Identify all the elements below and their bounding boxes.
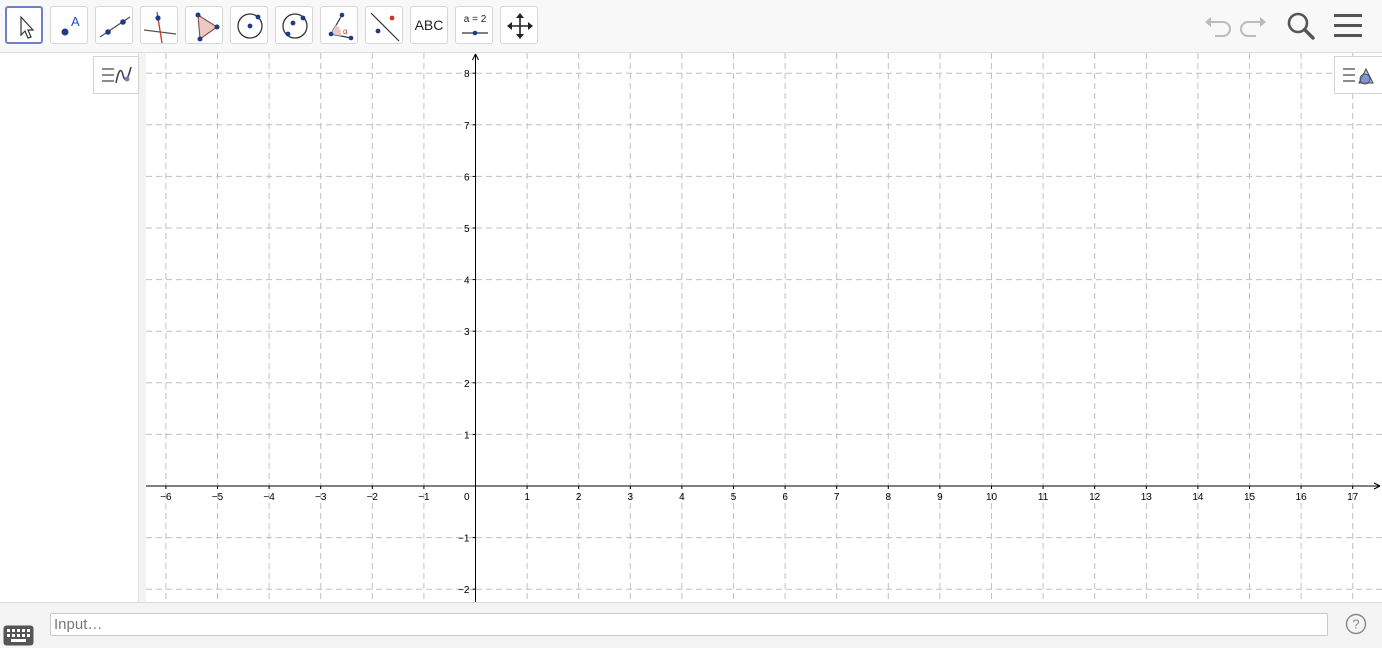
y-tick-label: 6 [464, 172, 470, 183]
move-arrows-icon [507, 13, 533, 39]
angle-icon: α [328, 12, 354, 41]
y-tick-label: 4 [464, 276, 470, 287]
circle-three-points-tool[interactable] [275, 6, 313, 44]
y-tick-label: 8 [464, 69, 470, 80]
x-tick-label: 9 [937, 492, 943, 503]
help-icon[interactable]: ? [1345, 613, 1367, 635]
redo-button[interactable] [1236, 8, 1272, 44]
perpendicular-line-tool[interactable] [140, 6, 178, 44]
move-tool[interactable] [5, 6, 43, 44]
x-tick-label: 1 [524, 492, 530, 503]
x-tick-label: −3 [315, 492, 327, 503]
x-tick-label: −2 [367, 492, 379, 503]
line-tool[interactable] [95, 6, 133, 44]
x-tick-label: −4 [263, 492, 275, 503]
polygon-icon [195, 12, 220, 42]
perpendicular-icon [143, 11, 177, 44]
point-tool[interactable]: A [50, 6, 88, 44]
angle-tool[interactable]: α [320, 6, 358, 44]
x-tick-label: 8 [886, 492, 892, 503]
y-tick-label: 3 [464, 327, 470, 338]
x-tick-label: 13 [1141, 492, 1153, 503]
slider-tool[interactable]: a = 2 [455, 6, 493, 44]
text-tool-label: ABC [414, 17, 444, 33]
x-tick-label: 7 [834, 492, 840, 503]
input-field[interactable] [50, 613, 1328, 636]
graphics-style-icon [1343, 67, 1374, 85]
algebra-style-icon [102, 66, 132, 84]
menu-button[interactable] [1330, 8, 1366, 44]
x-tick-label: 4 [679, 492, 685, 503]
y-tick-label: 1 [464, 430, 470, 441]
y-tick-label: −1 [458, 534, 470, 545]
x-tick-label: 14 [1192, 492, 1204, 503]
view-splitter[interactable] [139, 53, 146, 602]
circle-center-point-tool[interactable] [230, 6, 268, 44]
undo-button[interactable] [1199, 8, 1235, 44]
undo-icon [1205, 17, 1231, 37]
toolbar: A α ABC a = 2 [0, 0, 1382, 53]
x-tick-label: 2 [576, 492, 582, 503]
text-tool[interactable]: ABC [410, 6, 448, 44]
keyboard-icon[interactable] [3, 625, 34, 646]
search-button[interactable] [1283, 8, 1319, 44]
redo-icon [1240, 17, 1266, 37]
x-tick-label: −6 [160, 492, 172, 503]
y-tick-label: −2 [458, 585, 470, 596]
search-icon [1287, 12, 1315, 40]
x-tick-label: 6 [782, 492, 788, 503]
graphics-view[interactable]: −6 −5 −4 −3 −2 −1 1 2 3 4 5 6 7 8 9 10 11 12 13 14 15 16 17 8 7 6… [146, 53, 1382, 602]
x-tick-label: −1 [418, 492, 430, 503]
x-tick-label: 17 [1347, 492, 1359, 503]
origin-label: 0 [464, 492, 470, 503]
x-tick-label: 15 [1244, 492, 1256, 503]
y-tick-label: 2 [464, 379, 470, 390]
x-tick-label: 10 [986, 492, 998, 503]
x-tick-label: 3 [628, 492, 634, 503]
circle-center-icon [237, 13, 263, 39]
menu-icon [1334, 14, 1362, 37]
svg-text:α: α [343, 27, 348, 36]
x-tick-label: 5 [731, 492, 737, 503]
x-tick-label: 12 [1089, 492, 1101, 503]
reflect-tool[interactable] [365, 6, 403, 44]
circle-three-points-icon [282, 13, 308, 39]
graphics-style-bar-toggle[interactable] [1334, 56, 1382, 94]
svg-text:?: ? [1352, 617, 1359, 632]
arrow-cursor-icon [20, 15, 35, 39]
x-tick-label: −5 [212, 492, 224, 503]
slider-icon [462, 30, 488, 36]
x-tick-label: 16 [1296, 492, 1308, 503]
move-graphics-view-tool[interactable] [500, 6, 538, 44]
y-tick-label: 5 [464, 224, 470, 235]
line-icon [99, 16, 131, 38]
algebra-view[interactable] [0, 53, 139, 602]
reflect-icon [370, 12, 400, 42]
coordinate-grid[interactable]: −6 −5 −4 −3 −2 −1 1 2 3 4 5 6 7 8 9 10 11 12 13 14 15 16 17876… [146, 53, 1382, 602]
x-tick-label: 11 [1038, 492, 1049, 503]
polygon-tool[interactable] [185, 6, 223, 44]
algebra-style-bar-toggle[interactable] [93, 56, 139, 94]
input-bar: ? [0, 602, 1382, 648]
svg-text:A: A [71, 14, 80, 29]
y-tick-label: 7 [464, 121, 470, 132]
point-icon: A [61, 14, 80, 36]
